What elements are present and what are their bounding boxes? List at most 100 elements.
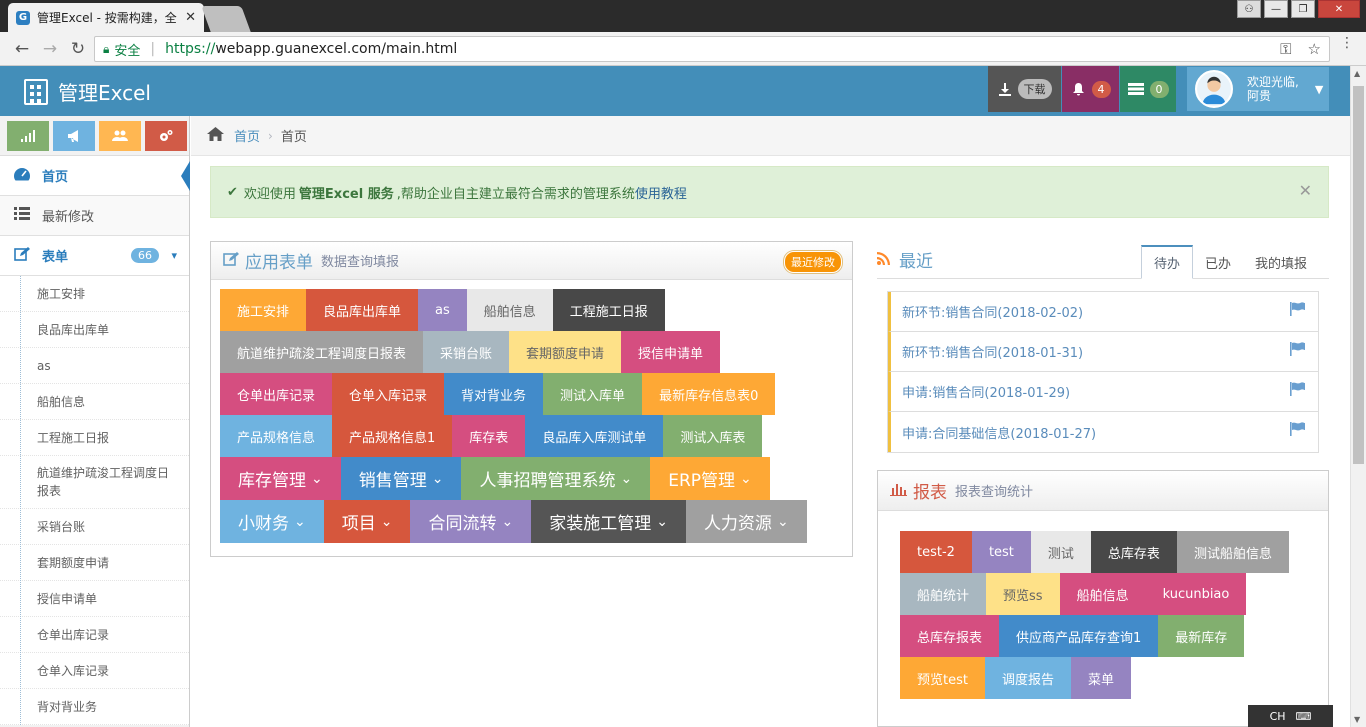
report-tile[interactable]: 预览test [900,657,985,699]
recent-item-link[interactable]: 新环节:销售合同(2018-01-31) [902,342,1083,361]
minimize-button[interactable]: — [1264,0,1288,18]
flag-icon[interactable] [1290,422,1306,440]
app-tile[interactable]: 最新库存信息表0 [642,373,776,415]
sidebar-item-home[interactable]: 首页 [0,156,190,196]
app-group-tile[interactable]: 库存管理 ⌄ [220,457,341,500]
app-tile[interactable]: 施工安排 [220,289,307,331]
sidebar-subitem[interactable]: 良品库出库单 [0,312,189,348]
sidebar-subitem[interactable]: 采销台账 [0,509,189,545]
app-logo[interactable]: 管理Excel [24,77,151,106]
app-group-tile[interactable]: 合同流转 ⌄ [410,500,532,543]
report-tile[interactable]: 调度报告 [984,657,1071,699]
close-window-button[interactable]: ✕ [1318,0,1360,18]
notifications-button[interactable]: 4 [1062,66,1119,112]
app-tile[interactable]: 测试入库表 [663,415,763,457]
recent-tab[interactable]: 已办 [1193,245,1243,279]
app-tile[interactable]: 背对背业务 [444,373,544,415]
report-tile[interactable]: 最新库存 [1158,615,1245,657]
stats-shortcut-button[interactable] [7,120,49,151]
app-tile[interactable]: 仓单入库记录 [332,373,445,415]
sidebar-subitem[interactable]: 授信申请单 [0,581,189,617]
download-button[interactable]: 下载 [988,66,1061,112]
users-shortcut-button[interactable] [99,120,141,151]
close-icon[interactable]: ✕ [1299,181,1312,200]
scroll-down-icon[interactable]: ▼ [1354,715,1360,724]
scroll-thumb[interactable] [1353,86,1364,464]
sidebar-subitem[interactable]: 工程施工日报 [0,420,189,456]
sidebar-item-recent-changes[interactable]: 最新修改 [0,196,189,236]
key-icon[interactable]: ⚿ [1280,40,1291,58]
sidebar-subitem[interactable]: 仓单出库记录 [0,617,189,653]
flag-icon[interactable] [1290,382,1306,400]
app-group-tile[interactable]: 项目 ⌄ [323,500,411,543]
sidebar-subitem[interactable]: 施工安排 [0,276,189,312]
app-tile[interactable]: 工程施工日报 [552,289,665,331]
reload-icon[interactable]: ↻ [64,39,92,59]
messages-button[interactable]: 0 [1120,66,1176,112]
back-icon[interactable]: ← [8,39,36,59]
app-tile[interactable]: 采销台账 [423,331,510,373]
user-profile-icon[interactable]: ⚇ [1237,0,1261,18]
browser-tab[interactable]: G 管理Excel - 按需构建，全 ✕ [8,3,204,32]
report-tile[interactable]: 预览ss [986,573,1060,615]
url-input[interactable]: 🔒︎ 安全 | https:// webapp.guanexcel.com/ma… [94,36,1330,62]
report-tile[interactable]: 船舶信息 [1059,573,1146,615]
app-tile[interactable]: 仓单出库记录 [220,373,333,415]
app-group-tile[interactable]: ERP管理 ⌄ [650,457,770,500]
forward-icon[interactable]: → [36,39,64,59]
scroll-up-icon[interactable]: ▲ [1354,69,1360,78]
breadcrumb-home-link[interactable]: 首页 [234,126,260,145]
app-tile[interactable]: 库存表 [452,415,526,457]
app-group-tile[interactable]: 人事招聘管理系统 ⌄ [461,457,651,500]
report-tile[interactable]: 供应商产品库存查询1 [999,615,1159,657]
browser-menu-icon[interactable]: ⋮ [1340,36,1354,50]
sidebar-subitem[interactable]: as [0,348,189,384]
close-tab-icon[interactable]: ✕ [185,10,196,25]
sidebar-subitem[interactable]: 航道维护疏浚工程调度日报表 [0,456,189,509]
app-tile[interactable]: 航道维护疏浚工程调度日报表 [220,331,424,373]
ime-indicator[interactable]: CH ⌨ [1248,705,1333,727]
report-tile[interactable]: 总库存表 [1090,531,1177,573]
recent-tab[interactable]: 我的填报 [1243,245,1319,279]
app-tile[interactable]: 良品库入库测试单 [525,415,664,457]
report-tile[interactable]: test-2 [900,531,972,573]
announce-shortcut-button[interactable] [53,120,95,151]
app-tile[interactable]: 测试入库单 [543,373,643,415]
new-tab-button[interactable] [201,6,251,32]
report-tile[interactable]: kucunbiao [1145,573,1247,615]
recent-item-link[interactable]: 申请:销售合同(2018-01-29) [902,382,1070,401]
app-group-tile[interactable]: 销售管理 ⌄ [340,457,462,500]
report-tile[interactable]: 菜单 [1070,657,1131,699]
tutorial-link[interactable]: 使用教程 [635,183,687,202]
app-tile[interactable]: 授信申请单 [621,331,721,373]
sidebar-subitem[interactable]: 套期额度申请 [0,545,189,581]
sidebar-item-forms[interactable]: 表单 66 ▾ [0,236,189,276]
report-tile[interactable]: 测试 [1030,531,1091,573]
report-tile[interactable]: 船舶统计 [900,573,987,615]
flag-icon[interactable] [1290,302,1306,320]
sidebar-subitem[interactable]: 仓单入库记录 [0,653,189,689]
recent-item-link[interactable]: 申请:合同基础信息(2018-01-27) [902,423,1096,442]
app-tile[interactable]: 套期额度申请 [509,331,622,373]
app-group-tile[interactable]: 小财务 ⌄ [220,500,324,543]
user-menu[interactable]: 欢迎光临, 阿贵 ▼ [1187,67,1329,111]
report-tile[interactable]: test [971,531,1031,573]
sidebar-subitem[interactable]: 船舶信息 [0,384,189,420]
app-group-tile[interactable]: 家装施工管理 ⌄ [531,500,686,543]
bookmark-star-icon[interactable]: ☆ [1308,40,1321,58]
app-tile[interactable]: 良品库出库单 [306,289,419,331]
recent-changes-badge[interactable]: 最近修改 [784,251,842,273]
report-tile[interactable]: 测试船舶信息 [1176,531,1289,573]
app-tile[interactable]: 船舶信息 [466,289,553,331]
recent-tab[interactable]: 待办 [1140,245,1193,279]
app-group-tile[interactable]: 人力资源 ⌄ [685,500,807,543]
maximize-button[interactable]: ❐ [1291,0,1315,18]
recent-item-link[interactable]: 新环节:销售合同(2018-02-02) [902,302,1083,321]
report-tile[interactable]: 总库存报表 [900,615,1000,657]
flag-icon[interactable] [1290,342,1306,360]
app-tile[interactable]: 产品规格信息1 [332,415,453,457]
settings-shortcut-button[interactable] [145,120,187,151]
page-scrollbar[interactable]: ▲ ▼ [1350,66,1366,727]
app-tile[interactable]: as [418,289,467,331]
app-tile[interactable]: 产品规格信息 [220,415,333,457]
